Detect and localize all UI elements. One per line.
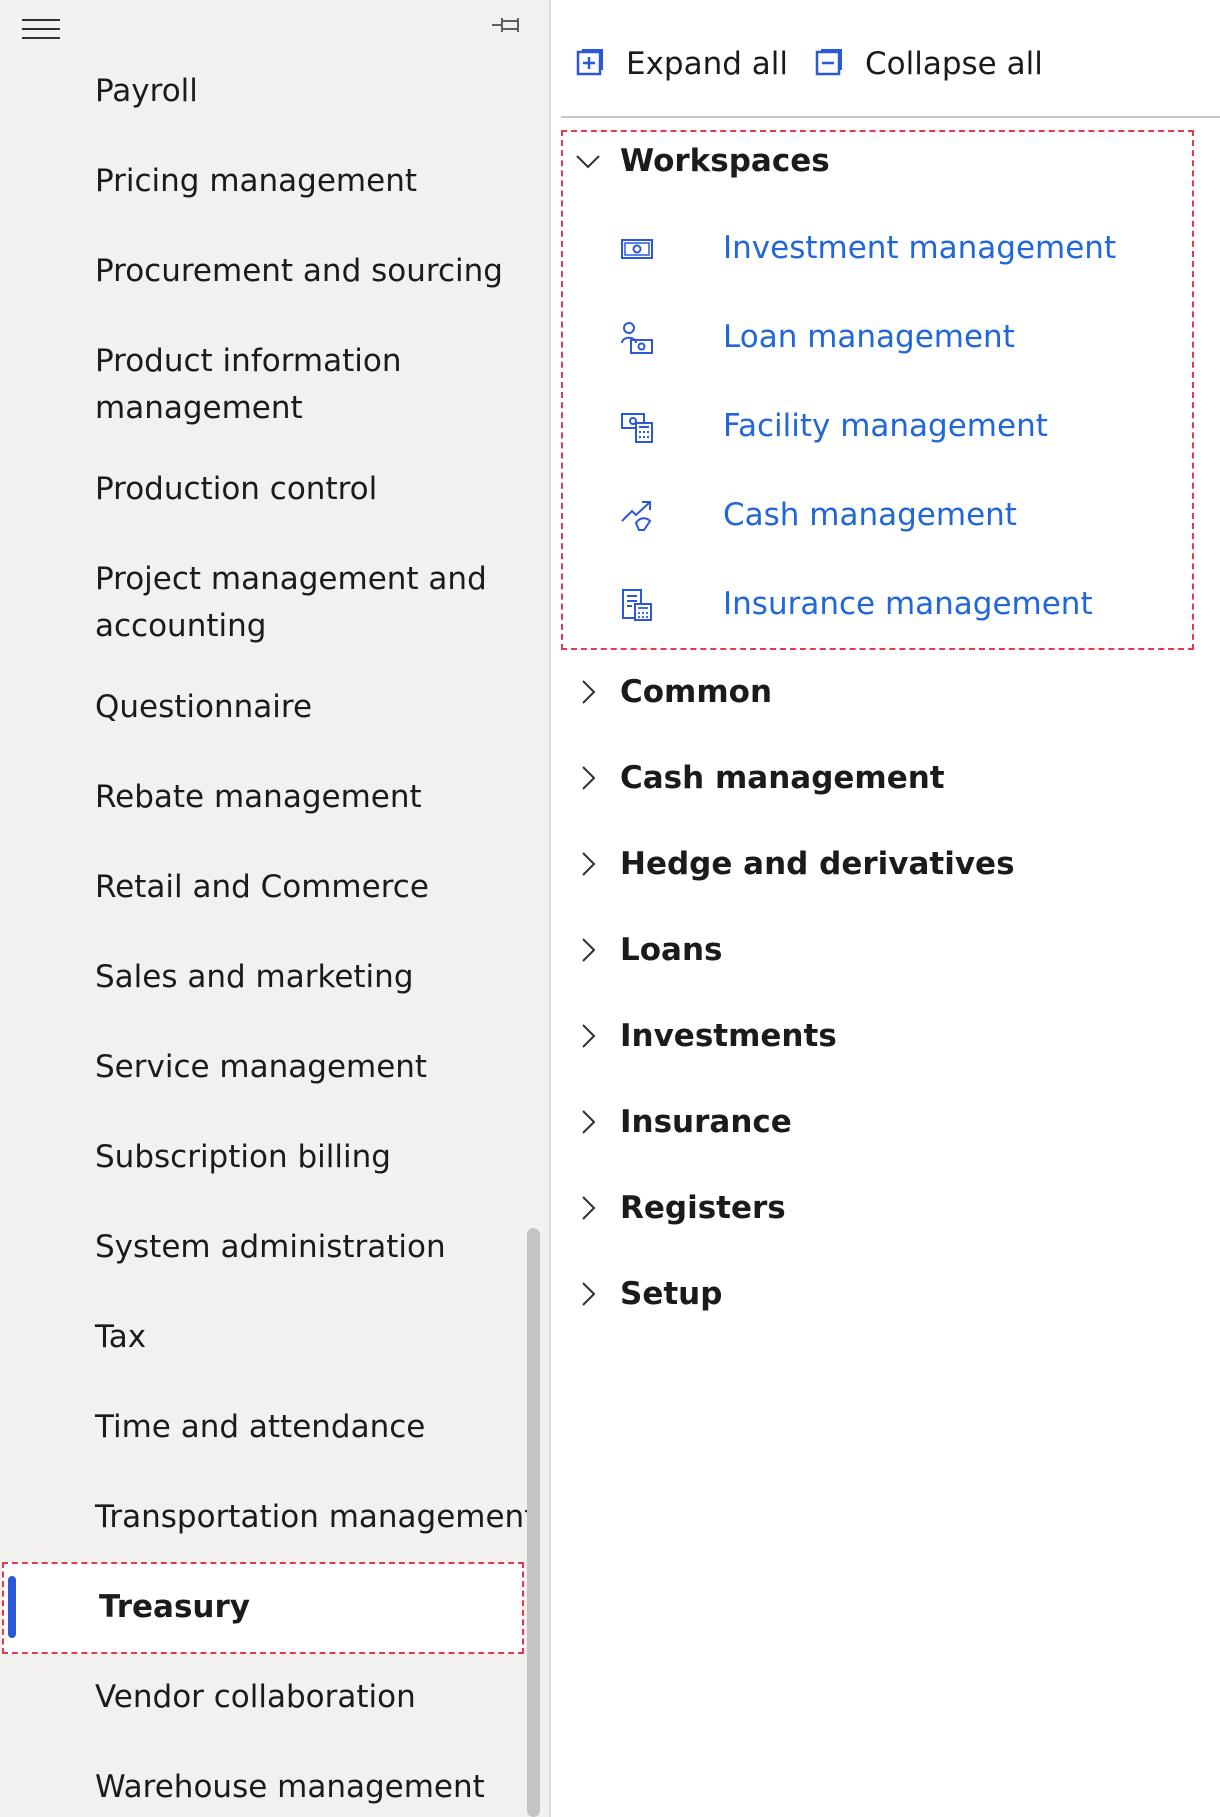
workspace-link-label: Loan management: [723, 319, 1015, 355]
workspace-insurance-management[interactable]: Insurance management: [620, 579, 1093, 629]
group-title: Registers: [620, 1190, 786, 1226]
expand-icon: [576, 49, 603, 76]
workspaces-highlight: [561, 130, 1194, 650]
collapse-icon: [815, 49, 842, 76]
group-hedge-and-derivatives[interactable]: Hedge and derivatives: [575, 839, 1015, 889]
group-workspaces[interactable]: Workspaces: [575, 136, 855, 186]
selected-indicator: [8, 1576, 16, 1638]
module-nav: Payroll Pricing management Procurement a…: [0, 0, 551, 1817]
toolbar-divider: [561, 116, 1220, 118]
chevron-right-icon: [582, 938, 596, 962]
group-loans[interactable]: Loans: [575, 925, 825, 975]
workspace-link-label: Insurance management: [723, 586, 1093, 622]
chevron-right-icon: [582, 1024, 596, 1048]
collapse-all-button[interactable]: Collapse all: [815, 42, 1045, 86]
person-money-icon: [621, 322, 653, 354]
nav-item-project-management-and-accounting[interactable]: Project management and accounting: [0, 556, 551, 650]
workspace-investment-management[interactable]: Investment management: [620, 223, 1116, 273]
nav-item-sales-and-marketing[interactable]: Sales and marketing: [0, 954, 551, 1001]
nav-item-label: Project management and: [95, 561, 487, 597]
workspace-loan-management[interactable]: Loan management: [620, 312, 1020, 362]
nav-item-subscription-billing[interactable]: Subscription billing: [0, 1134, 551, 1181]
nav-item-treasury[interactable]: Treasury: [2, 1562, 524, 1654]
money-icon: [621, 239, 653, 259]
group-cash-management[interactable]: Cash management: [575, 753, 945, 803]
pin-icon[interactable]: [490, 12, 526, 38]
trend-arrow-icon: [621, 501, 652, 531]
nav-item-payroll[interactable]: Payroll: [0, 68, 551, 115]
expand-all-button[interactable]: Expand all: [576, 42, 788, 86]
nav-item-system-administration[interactable]: System administration: [0, 1224, 551, 1271]
expand-all-label: Expand all: [626, 46, 789, 82]
group-investments[interactable]: Investments: [575, 1011, 875, 1061]
group-title: Investments: [620, 1018, 837, 1054]
nav-item-product-information-management[interactable]: Product information management: [0, 338, 551, 432]
workspace-link-label: Facility management: [723, 408, 1048, 444]
nav-item-procurement-and-sourcing[interactable]: Procurement and sourcing: [0, 248, 551, 295]
nav-item-service-management[interactable]: Service management: [0, 1044, 551, 1091]
document-calculator-icon: [622, 589, 652, 621]
chevron-right-icon: [582, 1110, 596, 1134]
nav-item-rebate-management[interactable]: Rebate management: [0, 774, 551, 821]
chevron-right-icon: [582, 680, 596, 704]
nav-item-label: management: [95, 390, 303, 426]
nav-item-label: Treasury: [99, 1589, 250, 1625]
workspace-facility-management[interactable]: Facility management: [620, 401, 1048, 451]
group-title: Insurance: [620, 1104, 792, 1140]
group-title: Hedge and derivatives: [620, 846, 1015, 882]
chevron-right-icon: [582, 1282, 596, 1306]
nav-item-vendor-collaboration[interactable]: Vendor collaboration: [0, 1674, 551, 1721]
group-setup[interactable]: Setup: [575, 1269, 825, 1319]
nav-item-questionnaire[interactable]: Questionnaire: [0, 684, 551, 731]
nav-item-tax[interactable]: Tax: [0, 1314, 551, 1361]
nav-item-production-control[interactable]: Production control: [0, 466, 551, 513]
chevron-down-icon: [576, 155, 600, 169]
hamburger-menu-icon[interactable]: [22, 16, 60, 42]
chevron-right-icon: [582, 1196, 596, 1220]
nav-item-warehouse-management[interactable]: Warehouse management: [0, 1764, 551, 1811]
nav-item-transportation-management[interactable]: Transportation management: [0, 1494, 551, 1541]
nav-item-label: Product information: [95, 343, 402, 379]
group-title: Common: [620, 674, 773, 710]
group-title: Setup: [620, 1276, 723, 1312]
workspace-cash-management[interactable]: Cash management: [620, 490, 1020, 540]
group-title: Cash management: [620, 760, 945, 796]
group-registers[interactable]: Registers: [575, 1183, 875, 1233]
group-title: Workspaces: [620, 143, 830, 179]
chevron-right-icon: [582, 766, 596, 790]
nav-item-label: accounting: [95, 608, 267, 644]
group-insurance[interactable]: Insurance: [575, 1097, 875, 1147]
toolbar: Expand all Collapse all: [551, 0, 1220, 118]
nav-item-pricing-management[interactable]: Pricing management: [0, 158, 551, 205]
nav-item-retail-and-commerce[interactable]: Retail and Commerce: [0, 864, 551, 911]
group-title: Loans: [620, 932, 723, 968]
group-common[interactable]: Common: [575, 667, 875, 717]
calculator-money-icon: [621, 413, 653, 443]
nav-item-time-and-attendance[interactable]: Time and attendance: [0, 1404, 551, 1451]
nav-header: [0, 0, 551, 60]
chevron-right-icon: [582, 852, 596, 876]
workspace-link-label: Cash management: [723, 497, 1017, 533]
workspace-link-label: Investment management: [723, 230, 1117, 266]
collapse-all-label: Collapse all: [865, 46, 1043, 82]
nav-scrollbar[interactable]: [527, 1228, 540, 1817]
